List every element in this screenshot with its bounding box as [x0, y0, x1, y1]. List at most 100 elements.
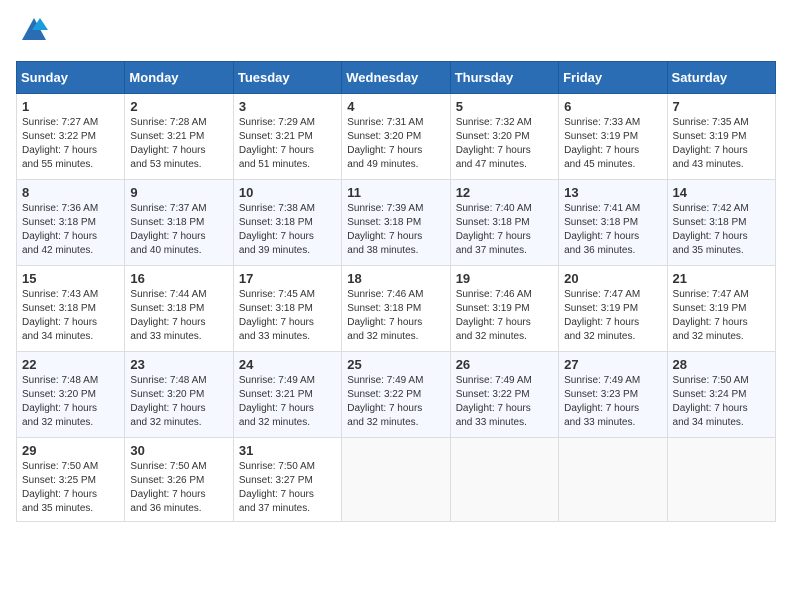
calendar-day-cell: 14 Sunrise: 7:42 AMSunset: 3:18 PMDaylig…: [667, 180, 775, 266]
day-info: Sunrise: 7:50 AMSunset: 3:24 PMDaylight:…: [673, 375, 749, 428]
day-info: Sunrise: 7:50 AMSunset: 3:26 PMDaylight:…: [130, 461, 206, 514]
day-info: Sunrise: 7:39 AMSunset: 3:18 PMDaylight:…: [347, 203, 423, 256]
calendar-day-cell: 13 Sunrise: 7:41 AMSunset: 3:18 PMDaylig…: [559, 180, 667, 266]
day-info: Sunrise: 7:33 AMSunset: 3:19 PMDaylight:…: [564, 117, 640, 170]
day-info: Sunrise: 7:40 AMSunset: 3:18 PMDaylight:…: [456, 203, 532, 256]
day-info: Sunrise: 7:46 AMSunset: 3:19 PMDaylight:…: [456, 289, 532, 342]
calendar-day-cell: 29 Sunrise: 7:50 AMSunset: 3:25 PMDaylig…: [17, 438, 125, 522]
day-info: Sunrise: 7:48 AMSunset: 3:20 PMDaylight:…: [22, 375, 98, 428]
day-number: 26: [456, 357, 553, 372]
day-number: 31: [239, 443, 336, 458]
day-info: Sunrise: 7:42 AMSunset: 3:18 PMDaylight:…: [673, 203, 749, 256]
calendar-week-row: 29 Sunrise: 7:50 AMSunset: 3:25 PMDaylig…: [17, 438, 776, 522]
day-info: Sunrise: 7:49 AMSunset: 3:22 PMDaylight:…: [456, 375, 532, 428]
calendar-day-cell: 23 Sunrise: 7:48 AMSunset: 3:20 PMDaylig…: [125, 352, 233, 438]
day-info: Sunrise: 7:41 AMSunset: 3:18 PMDaylight:…: [564, 203, 640, 256]
calendar-day-cell: 3 Sunrise: 7:29 AMSunset: 3:21 PMDayligh…: [233, 94, 341, 180]
calendar-day-cell: 11 Sunrise: 7:39 AMSunset: 3:18 PMDaylig…: [342, 180, 450, 266]
calendar-day-cell: [559, 438, 667, 522]
calendar-week-row: 8 Sunrise: 7:36 AMSunset: 3:18 PMDayligh…: [17, 180, 776, 266]
calendar-day-cell: 10 Sunrise: 7:38 AMSunset: 3:18 PMDaylig…: [233, 180, 341, 266]
day-number: 28: [673, 357, 770, 372]
day-info: Sunrise: 7:45 AMSunset: 3:18 PMDaylight:…: [239, 289, 315, 342]
day-info: Sunrise: 7:50 AMSunset: 3:25 PMDaylight:…: [22, 461, 98, 514]
logo: [16, 16, 48, 49]
day-number: 13: [564, 185, 661, 200]
day-number: 27: [564, 357, 661, 372]
day-number: 19: [456, 271, 553, 286]
calendar-table: SundayMondayTuesdayWednesdayThursdayFrid…: [16, 61, 776, 522]
day-info: Sunrise: 7:28 AMSunset: 3:21 PMDaylight:…: [130, 117, 206, 170]
day-info: Sunrise: 7:44 AMSunset: 3:18 PMDaylight:…: [130, 289, 206, 342]
day-info: Sunrise: 7:37 AMSunset: 3:18 PMDaylight:…: [130, 203, 206, 256]
day-number: 30: [130, 443, 227, 458]
calendar-day-cell: [342, 438, 450, 522]
day-number: 23: [130, 357, 227, 372]
calendar-day-cell: 9 Sunrise: 7:37 AMSunset: 3:18 PMDayligh…: [125, 180, 233, 266]
page-header: [16, 16, 776, 49]
day-header-saturday: Saturday: [667, 62, 775, 94]
day-info: Sunrise: 7:27 AMSunset: 3:22 PMDaylight:…: [22, 117, 98, 170]
day-number: 9: [130, 185, 227, 200]
calendar-day-cell: 20 Sunrise: 7:47 AMSunset: 3:19 PMDaylig…: [559, 266, 667, 352]
day-info: Sunrise: 7:47 AMSunset: 3:19 PMDaylight:…: [673, 289, 749, 342]
calendar-day-cell: 24 Sunrise: 7:49 AMSunset: 3:21 PMDaylig…: [233, 352, 341, 438]
calendar-day-cell: 7 Sunrise: 7:35 AMSunset: 3:19 PMDayligh…: [667, 94, 775, 180]
day-number: 14: [673, 185, 770, 200]
day-number: 20: [564, 271, 661, 286]
day-number: 7: [673, 99, 770, 114]
calendar-day-cell: 5 Sunrise: 7:32 AMSunset: 3:20 PMDayligh…: [450, 94, 558, 180]
calendar-day-cell: 8 Sunrise: 7:36 AMSunset: 3:18 PMDayligh…: [17, 180, 125, 266]
calendar-day-cell: 6 Sunrise: 7:33 AMSunset: 3:19 PMDayligh…: [559, 94, 667, 180]
day-info: Sunrise: 7:49 AMSunset: 3:22 PMDaylight:…: [347, 375, 423, 428]
day-number: 10: [239, 185, 336, 200]
day-number: 24: [239, 357, 336, 372]
day-number: 21: [673, 271, 770, 286]
calendar-day-cell: 12 Sunrise: 7:40 AMSunset: 3:18 PMDaylig…: [450, 180, 558, 266]
calendar-day-cell: [667, 438, 775, 522]
day-number: 8: [22, 185, 119, 200]
calendar-day-cell: 31 Sunrise: 7:50 AMSunset: 3:27 PMDaylig…: [233, 438, 341, 522]
day-header-tuesday: Tuesday: [233, 62, 341, 94]
day-number: 6: [564, 99, 661, 114]
calendar-day-cell: 22 Sunrise: 7:48 AMSunset: 3:20 PMDaylig…: [17, 352, 125, 438]
calendar-day-cell: 26 Sunrise: 7:49 AMSunset: 3:22 PMDaylig…: [450, 352, 558, 438]
day-info: Sunrise: 7:36 AMSunset: 3:18 PMDaylight:…: [22, 203, 98, 256]
calendar-day-cell: 2 Sunrise: 7:28 AMSunset: 3:21 PMDayligh…: [125, 94, 233, 180]
calendar-day-cell: 15 Sunrise: 7:43 AMSunset: 3:18 PMDaylig…: [17, 266, 125, 352]
day-header-friday: Friday: [559, 62, 667, 94]
logo-icon: [20, 16, 48, 49]
day-info: Sunrise: 7:35 AMSunset: 3:19 PMDaylight:…: [673, 117, 749, 170]
calendar-day-cell: 17 Sunrise: 7:45 AMSunset: 3:18 PMDaylig…: [233, 266, 341, 352]
day-info: Sunrise: 7:48 AMSunset: 3:20 PMDaylight:…: [130, 375, 206, 428]
calendar-day-cell: 30 Sunrise: 7:50 AMSunset: 3:26 PMDaylig…: [125, 438, 233, 522]
day-header-sunday: Sunday: [17, 62, 125, 94]
day-info: Sunrise: 7:50 AMSunset: 3:27 PMDaylight:…: [239, 461, 315, 514]
calendar-day-cell: 19 Sunrise: 7:46 AMSunset: 3:19 PMDaylig…: [450, 266, 558, 352]
day-number: 25: [347, 357, 444, 372]
day-header-thursday: Thursday: [450, 62, 558, 94]
day-number: 3: [239, 99, 336, 114]
day-info: Sunrise: 7:43 AMSunset: 3:18 PMDaylight:…: [22, 289, 98, 342]
day-info: Sunrise: 7:29 AMSunset: 3:21 PMDaylight:…: [239, 117, 315, 170]
day-number: 1: [22, 99, 119, 114]
calendar-day-cell: 18 Sunrise: 7:46 AMSunset: 3:18 PMDaylig…: [342, 266, 450, 352]
calendar-week-row: 15 Sunrise: 7:43 AMSunset: 3:18 PMDaylig…: [17, 266, 776, 352]
day-info: Sunrise: 7:38 AMSunset: 3:18 PMDaylight:…: [239, 203, 315, 256]
calendar-day-cell: 27 Sunrise: 7:49 AMSunset: 3:23 PMDaylig…: [559, 352, 667, 438]
day-number: 5: [456, 99, 553, 114]
calendar-day-cell: 28 Sunrise: 7:50 AMSunset: 3:24 PMDaylig…: [667, 352, 775, 438]
calendar-day-cell: 16 Sunrise: 7:44 AMSunset: 3:18 PMDaylig…: [125, 266, 233, 352]
day-info: Sunrise: 7:47 AMSunset: 3:19 PMDaylight:…: [564, 289, 640, 342]
day-number: 12: [456, 185, 553, 200]
calendar-header-row: SundayMondayTuesdayWednesdayThursdayFrid…: [17, 62, 776, 94]
day-header-wednesday: Wednesday: [342, 62, 450, 94]
day-info: Sunrise: 7:31 AMSunset: 3:20 PMDaylight:…: [347, 117, 423, 170]
day-number: 4: [347, 99, 444, 114]
day-header-monday: Monday: [125, 62, 233, 94]
day-info: Sunrise: 7:46 AMSunset: 3:18 PMDaylight:…: [347, 289, 423, 342]
calendar-day-cell: 21 Sunrise: 7:47 AMSunset: 3:19 PMDaylig…: [667, 266, 775, 352]
calendar-week-row: 1 Sunrise: 7:27 AMSunset: 3:22 PMDayligh…: [17, 94, 776, 180]
day-number: 11: [347, 185, 444, 200]
day-info: Sunrise: 7:49 AMSunset: 3:21 PMDaylight:…: [239, 375, 315, 428]
